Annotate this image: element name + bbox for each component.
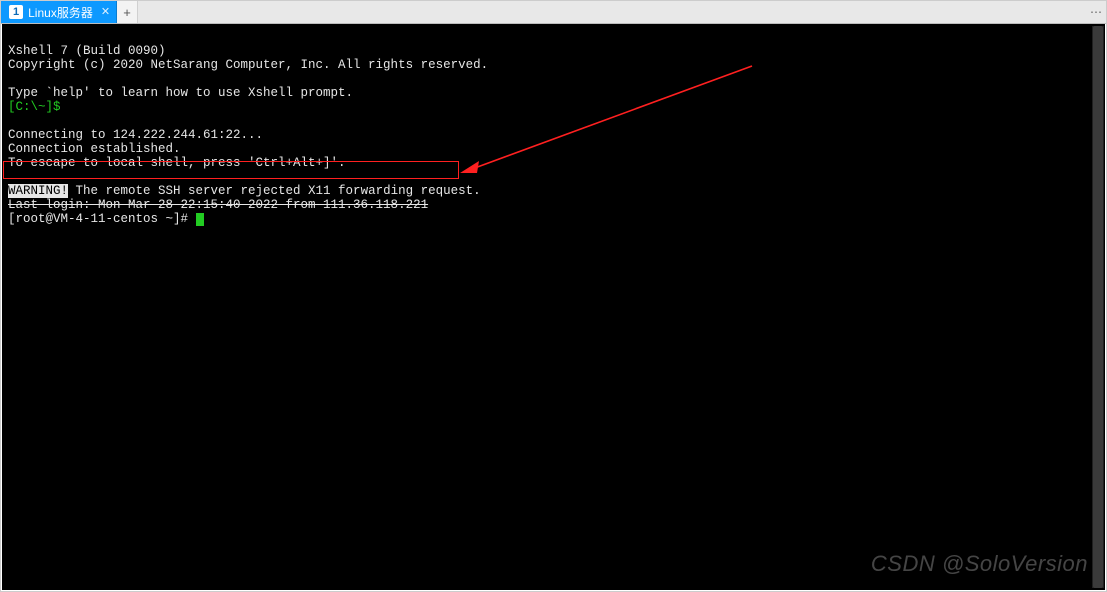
app-window: 1 Linux服务器 ✕ + ⋯ Xshell 7 (Build 0090) C… bbox=[0, 0, 1107, 592]
line-escape: To escape to local shell, press 'Ctrl+Al… bbox=[8, 156, 346, 170]
line-title: Xshell 7 (Build 0090) bbox=[8, 44, 166, 58]
terminal[interactable]: Xshell 7 (Build 0090) Copyright (c) 2020… bbox=[2, 24, 1105, 590]
dots-icon: ⋯ bbox=[1090, 5, 1102, 19]
tab-bar: 1 Linux服务器 ✕ + ⋯ bbox=[1, 1, 1106, 24]
tab-index-badge: 1 bbox=[9, 5, 23, 19]
remote-prompt: [root@VM-4-11-centos ~]# bbox=[8, 212, 196, 226]
line-help: Type `help' to learn how to use Xshell p… bbox=[8, 86, 353, 100]
tab-title: Linux服务器 bbox=[28, 4, 93, 21]
add-tab-button[interactable]: + bbox=[117, 1, 138, 23]
cursor-block bbox=[196, 213, 204, 226]
vertical-scrollbar[interactable] bbox=[1092, 26, 1104, 588]
line-established: Connection established. bbox=[8, 142, 181, 156]
local-prompt: [C:\~]$ bbox=[8, 100, 61, 114]
close-icon[interactable]: ✕ bbox=[101, 7, 110, 18]
session-tab[interactable]: 1 Linux服务器 ✕ bbox=[1, 1, 117, 23]
line-last-login: Last login: Mon Mar 28 22:15:40 2022 fro… bbox=[8, 198, 428, 212]
scrollbar-thumb[interactable] bbox=[1093, 26, 1103, 588]
tabbar-spacer bbox=[138, 1, 1086, 23]
line-connecting: Connecting to 124.222.244.61:22... bbox=[8, 128, 263, 142]
plus-icon: + bbox=[123, 5, 131, 20]
line-warning: WARNING! The remote SSH server rejected … bbox=[8, 184, 481, 198]
line-remote-prompt: [root@VM-4-11-centos ~]# bbox=[8, 212, 204, 226]
warning-text: The remote SSH server rejected X11 forwa… bbox=[68, 184, 481, 198]
warning-badge: WARNING! bbox=[8, 184, 68, 198]
tabbar-menu-button[interactable]: ⋯ bbox=[1086, 1, 1106, 23]
line-copyright: Copyright (c) 2020 NetSarang Computer, I… bbox=[8, 58, 488, 72]
